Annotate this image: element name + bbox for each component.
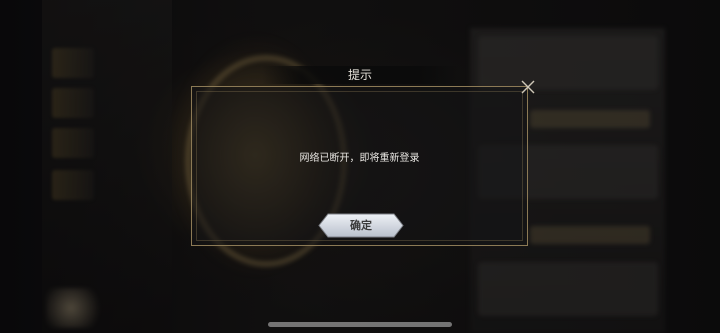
close-icon[interactable] (519, 78, 537, 96)
confirm-button[interactable]: 确定 (318, 213, 404, 238)
confirm-button-label: 确定 (350, 219, 372, 232)
dialog-title: 提示 (262, 66, 458, 84)
home-indicator[interactable] (268, 322, 452, 327)
dialog-message: 网络已断开，即将重新登录 (299, 153, 420, 164)
